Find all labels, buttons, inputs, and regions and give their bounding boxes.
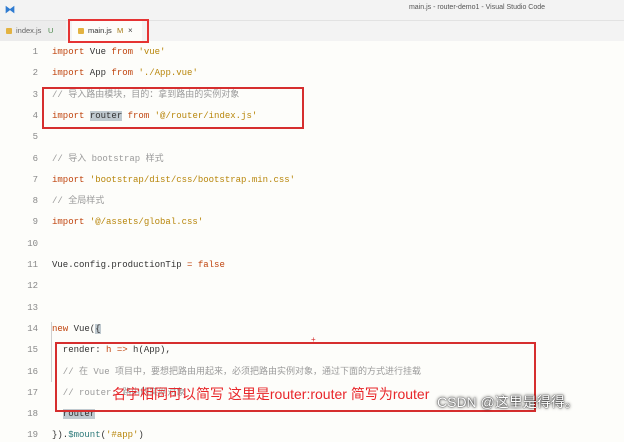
- code-token: Vue: [84, 47, 112, 57]
- title-bar: ⧓ main.js - router-demo1 - Visual Studio…: [0, 0, 624, 21]
- line-number: 17: [27, 387, 38, 398]
- code-token: }).: [52, 430, 69, 441]
- code-line[interactable]: 12: [0, 279, 624, 293]
- code-text: }).$mount('#app'): [52, 428, 144, 442]
- code-text: import '@/assets/global.css': [52, 215, 203, 229]
- code-line[interactable]: 13: [0, 301, 624, 315]
- code-line[interactable]: 8 // 全局样式: [0, 194, 624, 208]
- code-token: import: [52, 217, 85, 228]
- line-number: 8: [32, 196, 38, 207]
- cursor-mark: +: [311, 335, 316, 344]
- tab-status-badge: U: [48, 26, 54, 35]
- code-token: from: [111, 68, 134, 79]
- line-number: 16: [27, 366, 38, 377]
- code-token: '#app': [106, 430, 139, 441]
- code-token: {: [95, 323, 101, 334]
- code-line[interactable]: 5: [0, 130, 624, 144]
- code-token: false: [197, 260, 225, 270]
- line-number: 14: [27, 323, 38, 334]
- code-token: './App.vue': [138, 68, 198, 79]
- highlight-box-import: [42, 87, 304, 129]
- code-text: import App from './App.vue': [52, 66, 198, 80]
- code-token: $mount: [68, 430, 101, 441]
- code-line[interactable]: 6 // 导入 bootstrap 样式: [0, 152, 624, 166]
- code-line[interactable]: 10: [0, 237, 624, 251]
- code-token: Vue(: [68, 323, 96, 334]
- code-token: ): [138, 430, 144, 441]
- highlight-box-tab: [68, 19, 149, 43]
- code-token: new: [52, 323, 69, 334]
- code-line[interactable]: 7 import 'bootstrap/dist/css/bootstrap.mi…: [0, 173, 624, 187]
- code-text: // 导入 bootstrap 样式: [52, 152, 164, 166]
- code-line[interactable]: 2 import App from './App.vue': [0, 66, 624, 80]
- code-token: App: [84, 68, 112, 79]
- code-token: import: [52, 68, 85, 79]
- tab-label: index.js: [16, 26, 42, 35]
- line-number: 9: [32, 217, 38, 228]
- code-line[interactable]: 19 }).$mount('#app'): [0, 428, 624, 442]
- line-number: 6: [32, 153, 38, 164]
- code-line[interactable]: 9 import '@/assets/global.css': [0, 215, 624, 229]
- code-token: from: [111, 47, 134, 57]
- line-number: 15: [27, 345, 38, 356]
- annotation-text: 名字相同可以简写 这里是router:router 简写为router: [112, 386, 430, 402]
- code-token: 'bootstrap/dist/css/bootstrap.min.css': [89, 174, 296, 185]
- code-token: // 全局样式: [52, 196, 105, 207]
- code-text: // 全局样式: [52, 194, 104, 208]
- window-title: main.js - router-demo1 - Visual Studio C…: [408, 4, 546, 11]
- line-number: 1: [32, 47, 38, 57]
- code-token: '@/assets/global.css': [89, 217, 204, 228]
- code-line[interactable]: 11 Vue.config.productionTip = false: [0, 258, 624, 272]
- line-number: 3: [32, 89, 38, 100]
- line-number: 19: [27, 430, 38, 441]
- line-number: 13: [27, 302, 38, 313]
- line-number: 5: [32, 132, 38, 143]
- code-text: new Vue({: [52, 322, 101, 336]
- code-line[interactable]: 14 new Vue({: [0, 322, 624, 336]
- code-token: // 导入 bootstrap 样式: [52, 153, 164, 164]
- code-token: import: [52, 47, 85, 57]
- line-number: 7: [32, 174, 38, 185]
- line-number: 10: [27, 238, 38, 249]
- code-token: Vue.config.productionTip: [52, 260, 188, 270]
- line-number: 12: [27, 281, 38, 292]
- code-token: 'vue': [138, 47, 166, 57]
- tab-index-js[interactable]: index.js U: [0, 21, 66, 41]
- code-line[interactable]: 1 import Vue from 'vue': [0, 45, 624, 59]
- watermark: CSDN @这里是得得。: [437, 394, 579, 410]
- code-token: import: [52, 174, 85, 185]
- line-number: 11: [27, 260, 38, 270]
- code-text: import Vue from 'vue': [52, 45, 165, 59]
- line-number: 4: [32, 110, 38, 121]
- indent-guide: [51, 322, 52, 382]
- js-file-icon: [6, 28, 12, 34]
- code-text: import 'bootstrap/dist/css/bootstrap.min…: [52, 173, 295, 187]
- code-text: Vue.config.productionTip = false: [52, 258, 225, 272]
- line-number: 2: [32, 68, 38, 79]
